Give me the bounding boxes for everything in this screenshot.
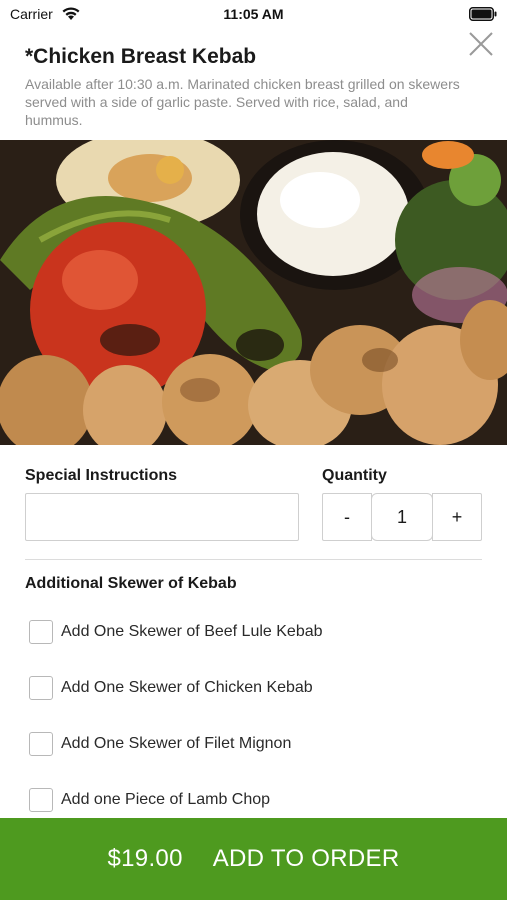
options-section-title: Additional Skewer of Kebab xyxy=(25,575,237,592)
close-button[interactable] xyxy=(467,30,495,58)
close-icon xyxy=(469,32,493,56)
option-beef-lule-kebab[interactable]: Add One Skewer of Beef Lule Kebab xyxy=(29,619,323,645)
item-description: Available after 10:30 a.m. Marinated chi… xyxy=(25,76,460,128)
special-instructions-label: Special Instructions xyxy=(25,467,178,484)
option-label: Add one Piece of Lamb Chop xyxy=(61,791,271,808)
divider xyxy=(25,559,482,560)
special-instructions-input[interactable] xyxy=(25,493,299,541)
option-label: Add One Skewer of Chicken Kebab xyxy=(61,679,313,696)
option-label: Add One Skewer of Beef Lule Kebab xyxy=(61,623,323,640)
add-to-order-label: ADD TO ORDER xyxy=(212,845,400,872)
clock: 11:05 AM xyxy=(223,6,284,22)
quantity-decrement-button[interactable]: - xyxy=(322,493,372,541)
checkbox[interactable] xyxy=(29,732,53,756)
food-photo xyxy=(0,140,507,445)
option-filet-mignon[interactable]: Add One Skewer of Filet Mignon xyxy=(29,731,291,757)
item-title: *Chicken Breast Kebab xyxy=(25,45,257,68)
checkbox[interactable] xyxy=(29,788,53,812)
quantity-increment-button[interactable]: + xyxy=(432,493,482,541)
battery-icon xyxy=(469,7,497,21)
status-bar: Carrier 11:05 AM xyxy=(0,0,507,28)
add-to-order-button[interactable]: $19.00 ADD TO ORDER xyxy=(0,818,507,900)
option-chicken-kebab[interactable]: Add One Skewer of Chicken Kebab xyxy=(29,675,313,701)
quantity-value: 1 xyxy=(371,493,433,541)
order-price: $19.00 xyxy=(107,845,183,872)
option-lamb-chop[interactable]: Add one Piece of Lamb Chop xyxy=(29,787,270,813)
checkbox[interactable] xyxy=(29,620,53,644)
checkbox[interactable] xyxy=(29,676,53,700)
quantity-label: Quantity xyxy=(322,467,387,484)
option-label: Add One Skewer of Filet Mignon xyxy=(61,735,292,752)
